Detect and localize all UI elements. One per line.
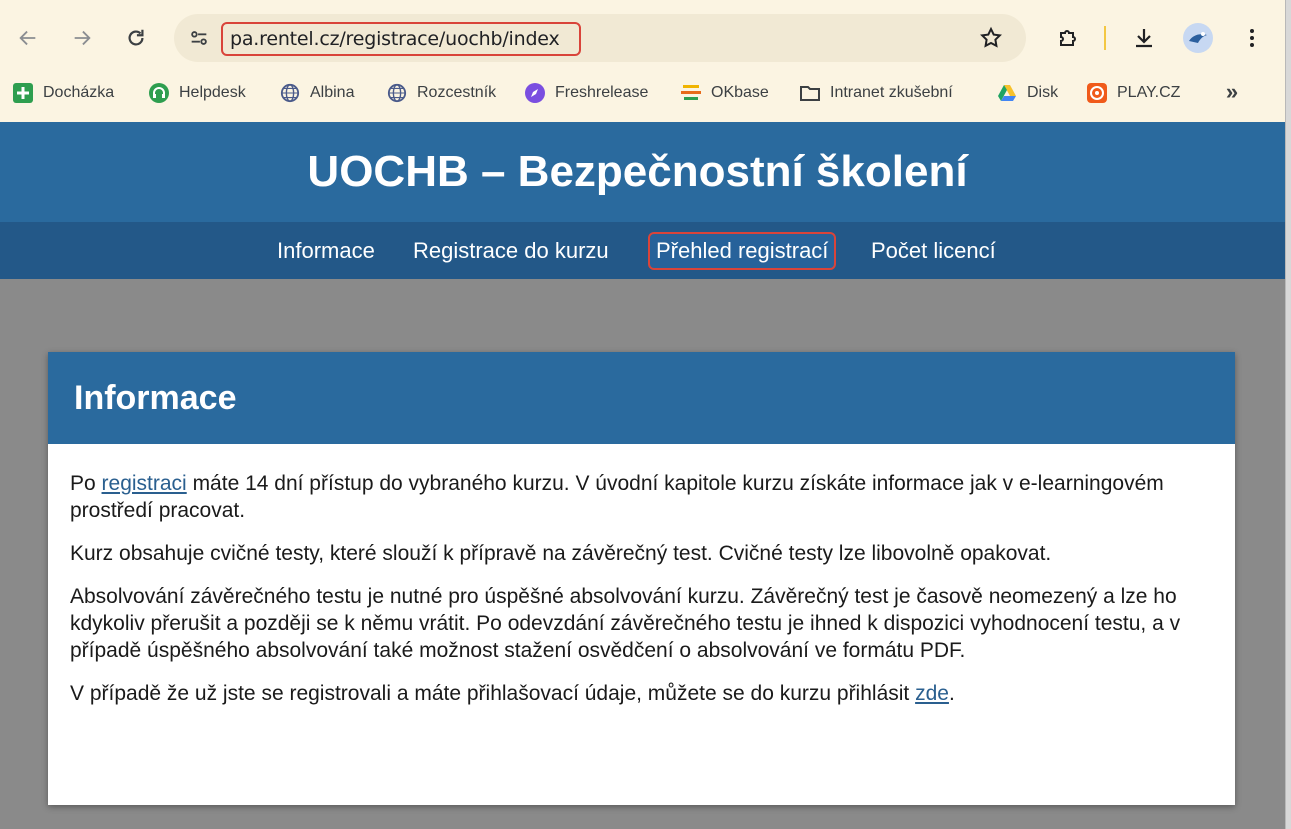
url-text: pa.rentel.cz/registrace/uochb/index xyxy=(230,28,560,50)
bookmark-label: Docházka xyxy=(43,84,115,101)
window-edge xyxy=(1285,0,1291,829)
browser-toolbar: pa.rentel.cz/registrace/uochb/index xyxy=(0,0,1285,76)
info-paragraph-2: Kurz obsahuje cvičné testy, které slouží… xyxy=(70,542,1052,565)
toolbar-separator xyxy=(1104,26,1106,50)
bookmark-rozcestnik[interactable]: Rozcestník xyxy=(386,80,496,106)
back-button[interactable] xyxy=(10,20,46,56)
card-title: Informace xyxy=(74,378,237,417)
login-link[interactable]: zde xyxy=(915,682,949,705)
download-icon xyxy=(1136,29,1152,48)
bookmark-albina[interactable]: Albina xyxy=(279,80,354,106)
browser-chrome: pa.rentel.cz/registrace/uochb/index Doch… xyxy=(0,0,1285,122)
headset-icon xyxy=(148,82,170,104)
bookmark-disk[interactable]: Disk xyxy=(996,80,1058,106)
site-title: UOCHB – Bezpečnostní školení xyxy=(307,147,968,196)
text-span: . xyxy=(948,682,955,705)
puzzle-icon xyxy=(1060,30,1076,46)
bookmark-freshrelease[interactable]: Freshrelease xyxy=(524,80,648,106)
more-bookmarks-button[interactable]: » xyxy=(1218,78,1246,106)
bookmark-label: Freshrelease xyxy=(555,84,649,101)
globe-icon xyxy=(279,82,301,104)
drive-icon xyxy=(996,82,1018,104)
registration-link[interactable]: registraci xyxy=(102,472,187,495)
bookmark-intranet[interactable]: Intranet zkušební xyxy=(799,80,953,106)
okbase-icon xyxy=(680,82,702,104)
info-paragraph-3: Absolvování závěrečného testu je nutné p… xyxy=(70,585,1181,662)
text-span: Po xyxy=(70,472,102,495)
bookmark-star-button[interactable] xyxy=(975,22,1007,54)
url-highlight[interactable]: pa.rentel.cz/registrace/uochb/index xyxy=(221,22,581,56)
text-span: máte 14 dní přístup do vybraného kurzu. … xyxy=(70,472,1164,522)
menu-button[interactable] xyxy=(1234,20,1270,56)
extensions-button[interactable] xyxy=(1050,20,1086,56)
plus-green-icon xyxy=(12,82,34,104)
info-card: Informace Po registraci máte 14 dní přís… xyxy=(48,352,1235,805)
site-header: UOCHB – Bezpečnostní školení xyxy=(0,122,1285,222)
bookmark-label: PLAY.CZ xyxy=(1117,84,1181,101)
nav-pocet-licenci[interactable]: Počet licencí xyxy=(871,232,996,270)
bookmark-label: Helpdesk xyxy=(179,84,246,101)
play-icon xyxy=(1086,82,1108,104)
bookmark-label: Albina xyxy=(310,84,355,101)
text-span: V případě že už jste se registrovali a m… xyxy=(70,682,916,705)
profile-avatar[interactable] xyxy=(1183,23,1213,53)
site-info-button[interactable] xyxy=(182,22,216,54)
bookmark-okbase[interactable]: OKbase xyxy=(680,80,769,106)
reload-icon xyxy=(128,29,144,46)
bookmark-label: Intranet zkušební xyxy=(830,84,953,101)
bookmark-label: OKbase xyxy=(711,84,769,101)
folder-icon xyxy=(799,82,821,104)
card-header: Informace xyxy=(48,352,1235,444)
bookmark-helpdesk[interactable]: Helpdesk xyxy=(148,80,246,106)
nav-prehled-registraci[interactable]: Přehled registrací xyxy=(648,232,837,270)
arrow-left-icon xyxy=(19,30,36,46)
bookmarks-bar: Docházka Helpdesk Albina Rozcestník Fres… xyxy=(0,76,1285,110)
downloads-button[interactable] xyxy=(1126,20,1162,56)
globe-icon xyxy=(386,82,408,104)
tune-icon xyxy=(191,31,207,45)
forward-button[interactable] xyxy=(64,20,100,56)
bookmark-label: Disk xyxy=(1027,84,1059,101)
info-paragraph-4: V případě že už jste se registrovali a m… xyxy=(70,680,1213,707)
more-vert-icon xyxy=(1250,29,1254,47)
bookmark-dochazka[interactable]: Docházka xyxy=(12,80,114,106)
nav-registrace-do-kurzu[interactable]: Registrace do kurzu xyxy=(413,232,609,270)
nav-informace[interactable]: Informace xyxy=(277,232,375,270)
profile-picture-icon xyxy=(1189,32,1207,43)
arrow-right-icon xyxy=(74,30,91,46)
site-nav: Informace Registrace do kurzu Přehled re… xyxy=(0,222,1285,279)
rocket-icon xyxy=(524,82,546,104)
card-body: Po registraci máte 14 dní přístup do vyb… xyxy=(48,444,1235,707)
bookmark-label: Rozcestník xyxy=(417,84,497,101)
reload-button[interactable] xyxy=(118,20,154,56)
bookmark-playcz[interactable]: PLAY.CZ xyxy=(1086,80,1180,106)
info-paragraph-1: Po registraci máte 14 dní přístup do vyb… xyxy=(70,470,1213,524)
star-icon xyxy=(980,26,1002,48)
